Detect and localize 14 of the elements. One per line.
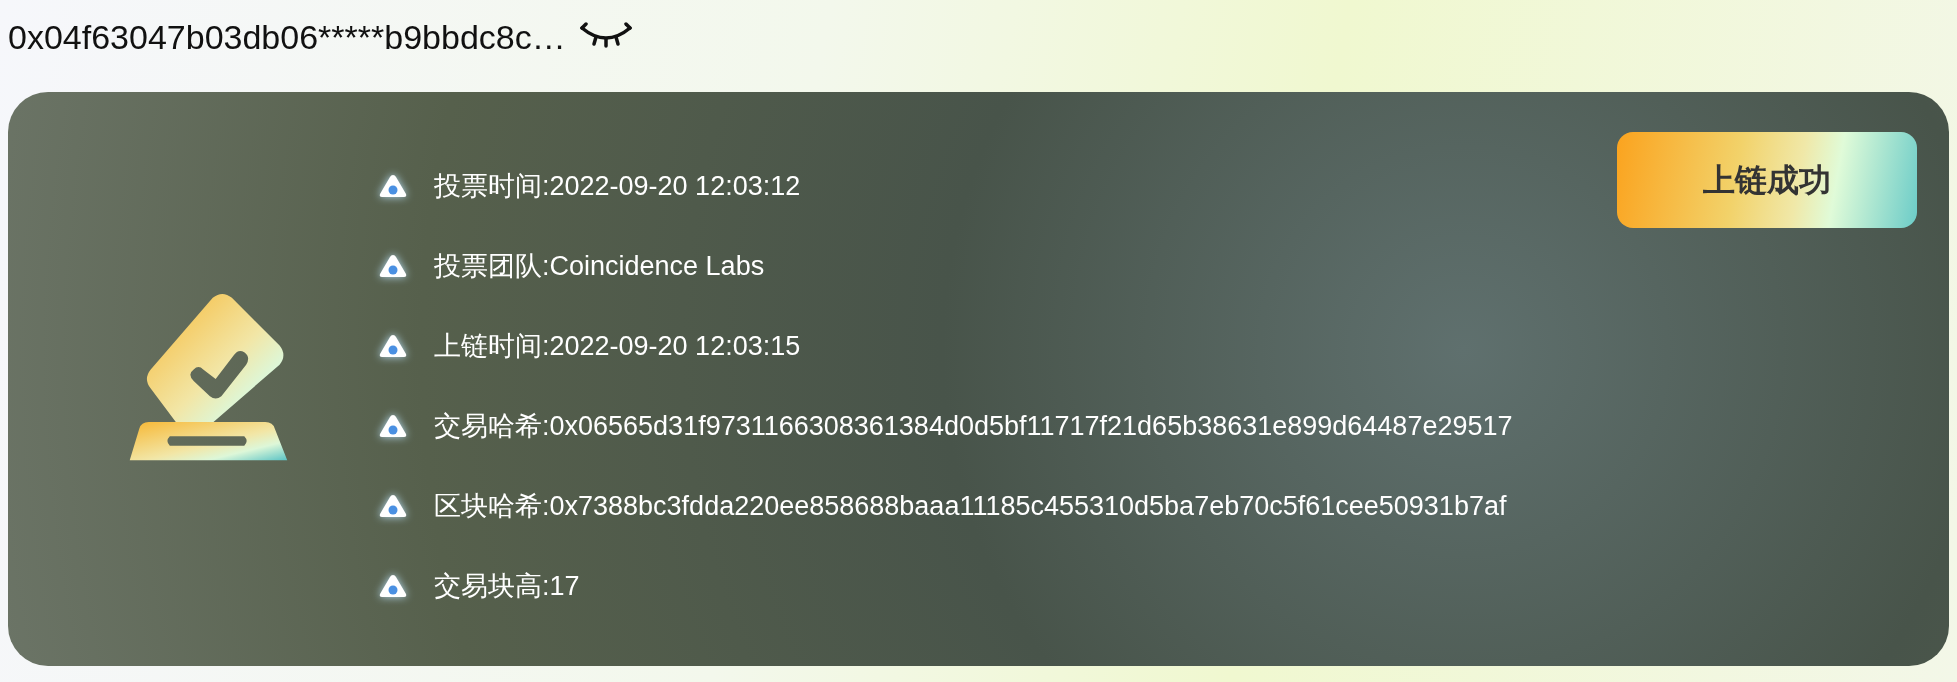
- triangle-bullet-icon: [378, 173, 408, 199]
- triangle-bullet-icon: [378, 493, 408, 519]
- record-field: 上链时间:2022-09-20 12:03:15: [434, 325, 801, 367]
- triangle-bullet-icon: [378, 413, 408, 439]
- record-field: 投票团队:Coincidence Labs: [434, 245, 765, 287]
- record-field: 交易哈希:0x06565d31f9731166308361384d0d5bf11717f21d65b38631e899d64487e29517: [434, 405, 1513, 447]
- triangle-bullet-icon: [378, 573, 408, 599]
- triangle-bullet-icon: [378, 333, 408, 359]
- triangle-bullet-icon: [378, 253, 408, 279]
- status-badge: 上链成功: [1617, 132, 1917, 228]
- wallet-address: 0x04f63047b03db06*****b9bbdc8c…: [8, 16, 566, 58]
- record-field: 交易块高:17: [434, 565, 580, 607]
- record-field: 投票时间:2022-09-20 12:03:12: [434, 165, 801, 207]
- record-field: 区块哈希:0x7388bc3fdda220ee858688baaa11185c455310d5ba7eb70c5f61cee50931b7af: [434, 485, 1507, 527]
